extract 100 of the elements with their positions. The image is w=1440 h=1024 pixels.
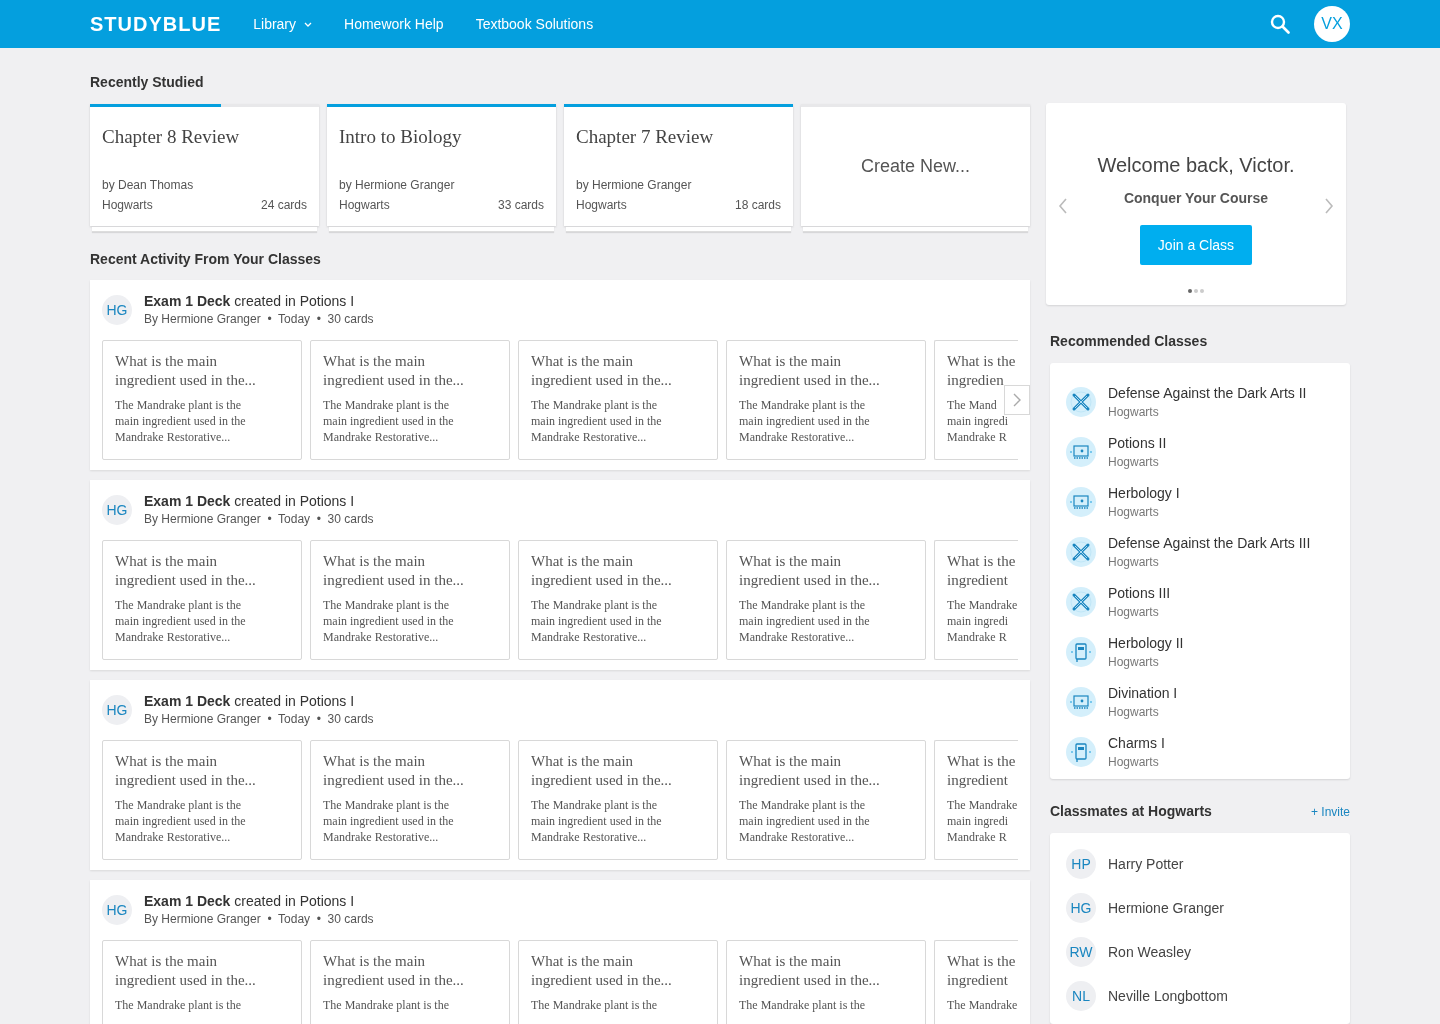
deck-author: by Dean Thomas xyxy=(102,177,195,194)
invite-link[interactable]: + Invite xyxy=(1310,802,1350,821)
welcome-heading: Welcome back, Victor. xyxy=(1097,153,1295,178)
flashcard[interactable]: What is the ingredient The Mandrake xyxy=(934,940,1018,1024)
flashcard[interactable]: What is the main ingredient used in the... The Mandrake plant is the main ingredient used in the Mandrake Restorative... xyxy=(102,740,302,860)
card-question: What is the main ingredient used in the... xyxy=(531,352,673,390)
class-link[interactable]: Charms I xyxy=(1108,734,1165,752)
activity-meta: By Hermione Granger • Today • 30 cards xyxy=(144,311,374,328)
flashcard[interactable]: What is the main ingredient used in the... The Mandrake plant is the main ingredient used in the Mandrake Restorative... xyxy=(518,740,718,860)
class-link[interactable]: Potions II xyxy=(1108,434,1167,452)
book-icon xyxy=(1066,637,1096,667)
deck-author: by Hermione Granger xyxy=(339,177,456,194)
card-answer: The Mandrake plant is the xyxy=(531,997,658,1013)
welcome-subheading: Conquer Your Course xyxy=(1123,189,1269,208)
flashcard[interactable]: What is the main ingredient used in the... The Mandrake plant is the main ingredient used in the Mandrake Restorative... xyxy=(310,340,510,460)
flashcard[interactable]: What is the main ingredient used in the... The Mandrake plant is the main ingredient used in the Mandrake Restorative... xyxy=(726,740,926,860)
card-question: What is the xyxy=(947,952,1017,971)
class-school: Hogwarts xyxy=(1108,754,1160,770)
flashcard[interactable]: What is the main ingredient used in the... The Mandrake plant is the xyxy=(310,940,510,1024)
class-link[interactable]: Herbology II xyxy=(1108,634,1184,652)
chevron-left-icon[interactable] xyxy=(1058,198,1068,214)
card-question: What is the main ingredient used in the... xyxy=(739,352,881,390)
pencils-icon xyxy=(1066,387,1096,417)
card-answer: The Mandrake plant is the main ingredient used in the Mandrake Restorative... xyxy=(531,597,663,645)
card-answer: The Mandrake xyxy=(947,797,1018,813)
card-answer: main ingredi xyxy=(947,813,1009,829)
deck-card[interactable]: Chapter 8 Review by Dean Thomas Hogwarts 24 cards xyxy=(90,104,319,226)
card-answer: The Mandrake plant is the main ingredient used in the Mandrake Restorative... xyxy=(115,797,247,845)
whiteboard-icon xyxy=(1066,687,1096,717)
chevron-right-icon xyxy=(1013,393,1021,407)
next-button[interactable] xyxy=(1004,385,1030,415)
deck-card[interactable]: Create New... xyxy=(801,104,1030,226)
user-avatar: HG xyxy=(102,695,132,725)
flashcard[interactable]: What is the main ingredient used in the... The Mandrake plant is the main ingredient used in the Mandrake Restorative... xyxy=(310,540,510,660)
card-question: What is the main ingredient used in the... xyxy=(323,952,465,990)
card-question: What is the main ingredient used in the... xyxy=(531,552,673,590)
deck-author: by Hermione Granger xyxy=(576,177,693,194)
class-school: Hogwarts xyxy=(1108,404,1160,420)
book-icon xyxy=(1066,737,1096,767)
class-school: Hogwarts xyxy=(1108,454,1160,470)
class-link[interactable]: Potions III xyxy=(1108,584,1171,602)
activity-title[interactable]: Exam 1 Deck created in Potions I xyxy=(144,892,374,910)
card-question: What is the main ingredient used in the... xyxy=(739,552,881,590)
deck-card[interactable]: Chapter 7 Review by Hermione Granger Hogwarts 18 cards xyxy=(564,104,793,226)
card-question: ingredient xyxy=(947,771,1009,790)
activity-meta: By Hermione Granger • Today • 30 cards xyxy=(144,711,374,728)
card-answer: The Mand xyxy=(947,397,998,413)
card-question: What is the main ingredient used in the... xyxy=(323,552,465,590)
user-avatar: NL xyxy=(1066,981,1096,1011)
class-school: Hogwarts xyxy=(1108,604,1160,620)
flashcard[interactable]: What is the main ingredient used in the... The Mandrake plant is the main ingredient used in the Mandrake Restorative... xyxy=(102,340,302,460)
user-avatar: HG xyxy=(1066,893,1096,923)
flashcard[interactable]: What is the main ingredient used in the... The Mandrake plant is the main ingredient used in the Mandrake Restorative... xyxy=(518,540,718,660)
flashcard[interactable]: What is the main ingredient used in the... The Mandrake plant is the main ingredient used in the Mandrake Restorative... xyxy=(726,340,926,460)
card-answer: main ingredi xyxy=(947,613,1009,629)
classmate-name[interactable]: Neville Longbottom xyxy=(1108,985,1228,1007)
activity-title[interactable]: Exam 1 Deck created in Potions I xyxy=(144,492,374,510)
classmate-name[interactable]: Harry Potter xyxy=(1108,853,1184,875)
user-avatar: RW xyxy=(1066,937,1096,967)
card-answer: The Mandrake plant is the main ingredient used in the Mandrake Restorative... xyxy=(739,797,871,845)
card-question: ingredien xyxy=(947,371,1005,390)
user-avatar: HG xyxy=(102,295,132,325)
flashcard[interactable]: What is the main ingredient used in the... The Mandrake plant is the xyxy=(518,940,718,1024)
card-answer: The Mandrake plant is the main ingredient used in the Mandrake Restorative... xyxy=(323,597,455,645)
class-link[interactable]: Defense Against the Dark Arts III xyxy=(1108,534,1311,552)
search-icon[interactable] xyxy=(1270,14,1290,34)
flashcard[interactable]: What is the ingredient The Mandrake main ingredi Mandrake R xyxy=(934,740,1018,860)
flashcard[interactable]: What is the main ingredient used in the... The Mandrake plant is the main ingredient used in the Mandrake Restorative... xyxy=(518,340,718,460)
class-link[interactable]: Herbology I xyxy=(1108,484,1180,502)
flashcard[interactable]: What is the main ingredient used in the... The Mandrake plant is the main ingredient used in the Mandrake Restorative... xyxy=(102,540,302,660)
deck-card[interactable]: Intro to Biology by Hermione Granger Hogwarts 33 cards xyxy=(327,104,556,226)
pencils-icon xyxy=(1066,537,1096,567)
activity-meta: By Hermione Granger • Today • 30 cards xyxy=(144,511,374,528)
classmate-name[interactable]: Ron Weasley xyxy=(1108,941,1191,963)
card-count: 33 cards xyxy=(497,197,544,214)
create-label: Create New... xyxy=(860,155,970,178)
class-school: Hogwarts xyxy=(1108,654,1160,670)
class-school: Hogwarts xyxy=(1108,504,1160,520)
card-answer: The Mandrake xyxy=(947,597,1018,613)
card-answer: The Mandrake xyxy=(947,997,1018,1013)
card-answer: The Mandrake plant is the main ingredient used in the Mandrake Restorative... xyxy=(115,397,247,445)
flashcard[interactable]: What is the ingredient The Mandrake main ingredi Mandrake R xyxy=(934,540,1018,660)
classmate-name[interactable]: Hermione Granger xyxy=(1108,897,1224,919)
card-answer: The Mandrake plant is the main ingredient used in the Mandrake Restorative... xyxy=(531,397,663,445)
flashcard[interactable]: What is the main ingredient used in the... The Mandrake plant is the main ingredient used in the Mandrake Restorative... xyxy=(726,540,926,660)
card-answer: The Mandrake plant is the xyxy=(115,997,242,1013)
class-link[interactable]: Divination I xyxy=(1108,684,1178,702)
card-question: What is the main ingredient used in the... xyxy=(531,952,673,990)
class-link[interactable]: Defense Against the Dark Arts II xyxy=(1108,384,1307,402)
flashcard[interactable]: What is the main ingredient used in the... The Mandrake plant is the xyxy=(102,940,302,1024)
card-question: What is the main ingredient used in the... xyxy=(739,752,881,790)
chevron-right-icon[interactable] xyxy=(1324,198,1334,214)
section-title: Recent Activity From Your Classes xyxy=(90,250,322,269)
flashcard[interactable]: What is the main ingredient used in the... The Mandrake plant is the main ingredient used in the Mandrake Restorative... xyxy=(310,740,510,860)
activity-title[interactable]: Exam 1 Deck created in Potions I xyxy=(144,692,374,710)
card-answer: The Mandrake plant is the main ingredient used in the Mandrake Restorative... xyxy=(115,597,247,645)
activity-title[interactable]: Exam 1 Deck created in Potions I xyxy=(144,292,374,310)
whiteboard-icon xyxy=(1066,437,1096,467)
flashcard[interactable]: What is the main ingredient used in the... The Mandrake plant is the xyxy=(726,940,926,1024)
card-question: What is the main ingredient used in the... xyxy=(115,552,257,590)
